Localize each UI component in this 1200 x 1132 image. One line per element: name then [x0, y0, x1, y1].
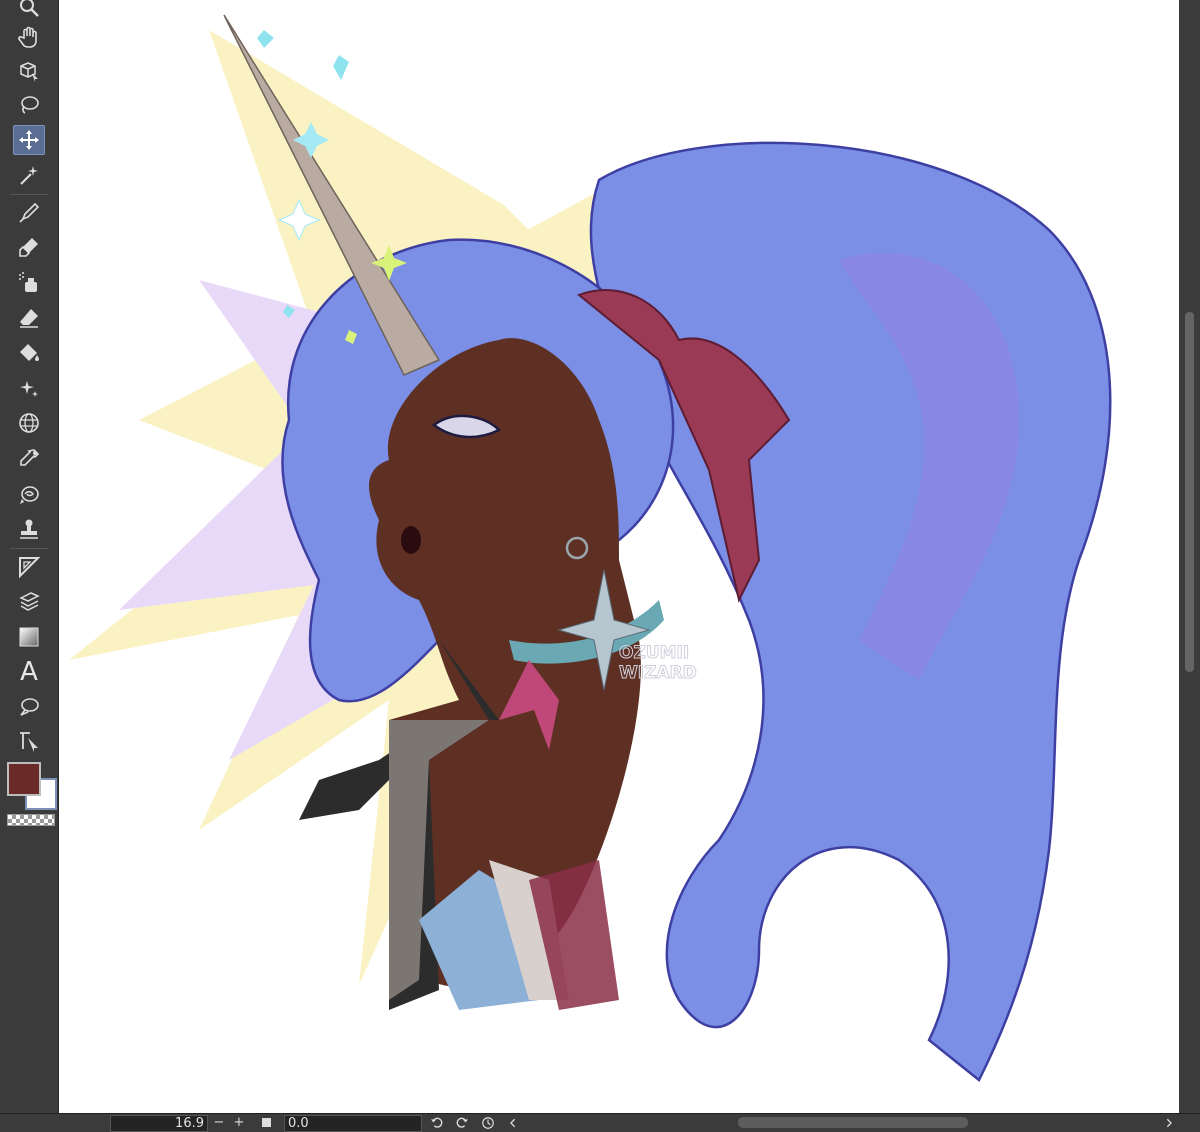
gradient-icon — [19, 627, 39, 647]
rotate-left-icon — [430, 1117, 442, 1128]
status-spacer — [70, 1114, 110, 1132]
eraser-tool-button[interactable] — [13, 303, 45, 333]
layer-move-tool-button[interactable] — [13, 586, 45, 616]
transparent-color-swatch[interactable] — [7, 814, 55, 826]
pen-nib-icon — [19, 202, 40, 223]
grid-tool-button[interactable] — [13, 408, 45, 438]
decoration-tool-button[interactable] — [13, 374, 45, 404]
status-bar: 16.9 − + 0.0 — [0, 1113, 1200, 1132]
gradient-tool-button[interactable] — [13, 622, 45, 652]
zoom-tool-button[interactable] — [13, 0, 45, 22]
marker-tool-button[interactable] — [13, 232, 45, 262]
zoom-out-button[interactable]: − — [212, 1114, 226, 1132]
move-arrows-icon — [19, 130, 39, 150]
reset-rotation-button[interactable] — [480, 1114, 496, 1132]
sparkle — [333, 55, 349, 80]
square-icon — [262, 1118, 271, 1127]
speech-balloon-icon — [20, 698, 39, 716]
reset-rotation-icon — [482, 1116, 494, 1129]
stamp-tool-button[interactable] — [13, 514, 45, 544]
vertical-scrollbar-thumb[interactable] — [1185, 312, 1194, 672]
spray-icon — [19, 272, 37, 292]
zoom-level-field[interactable]: 16.9 — [110, 1115, 208, 1132]
hand-tool-button[interactable] — [13, 22, 45, 52]
horizontal-scrollbar-thumb[interactable] — [738, 1117, 968, 1128]
marker-icon — [19, 238, 38, 257]
cube-arrow-icon — [20, 62, 38, 82]
globe-grid-icon — [19, 413, 39, 433]
ruler-tool-button[interactable] — [13, 552, 45, 582]
sparkle — [257, 30, 274, 48]
rotate-left-button[interactable] — [428, 1114, 444, 1132]
blend-swirl-icon — [20, 486, 39, 504]
triangle-ruler-icon — [19, 557, 41, 579]
chevron-right-icon — [1166, 1118, 1172, 1127]
toolbar-separator — [10, 548, 48, 549]
fit-view-button[interactable] — [262, 1114, 272, 1132]
scroll-right-button[interactable] — [1162, 1114, 1176, 1132]
eyedropper-tool-button[interactable] — [13, 444, 45, 474]
mouth-shape — [401, 526, 421, 554]
move-tool-button[interactable] — [13, 125, 45, 155]
magnifier-icon — [20, 0, 39, 17]
artwork-illustration: OZUMII WIZARD — [69, 14, 1112, 1082]
correct-line-tool-button[interactable] — [13, 726, 45, 756]
rotate-tool-button[interactable] — [13, 56, 45, 86]
vertical-scrollbar[interactable] — [1179, 0, 1200, 1113]
balloon-tool-button[interactable] — [13, 692, 45, 722]
paint-bucket-icon — [20, 344, 39, 361]
sparkle-icon — [20, 381, 38, 397]
auto-select-tool-button[interactable] — [13, 160, 45, 190]
watermark-line1: OZUMII — [619, 643, 689, 663]
drawing-canvas[interactable]: OZUMII WIZARD — [59, 0, 1179, 1113]
tool-palette: A — [0, 0, 59, 1113]
chevron-left-icon — [510, 1118, 516, 1127]
pen-tool-button[interactable] — [13, 198, 45, 228]
scroll-left-button[interactable] — [506, 1114, 520, 1132]
text-tool-button[interactable]: A — [13, 657, 45, 687]
eraser-icon — [20, 309, 38, 328]
watermark-line2: WIZARD — [619, 663, 697, 683]
eyedropper-icon — [20, 449, 40, 466]
ponytail-hair-shape — [589, 141, 1112, 1082]
layer-stack-icon — [19, 592, 40, 611]
airbrush-tool-button[interactable] — [13, 268, 45, 298]
hand-icon — [18, 26, 37, 48]
fill-tool-button[interactable] — [13, 338, 45, 368]
zoom-in-button[interactable]: + — [232, 1114, 246, 1132]
toolbar-separator — [10, 194, 48, 195]
text-a-icon: A — [20, 657, 38, 687]
rotation-angle-field[interactable]: 0.0 — [284, 1115, 422, 1132]
rotate-right-button[interactable] — [454, 1114, 470, 1132]
main-color-swatch[interactable] — [7, 762, 41, 796]
rotate-right-icon — [456, 1117, 468, 1128]
lasso-icon — [21, 96, 39, 114]
magic-wand-icon — [20, 166, 38, 185]
line-adjust-icon — [20, 732, 38, 752]
blend-tool-button[interactable] — [13, 480, 45, 510]
stamp-icon — [20, 519, 38, 539]
lasso-selection-tool-button[interactable] — [13, 90, 45, 120]
